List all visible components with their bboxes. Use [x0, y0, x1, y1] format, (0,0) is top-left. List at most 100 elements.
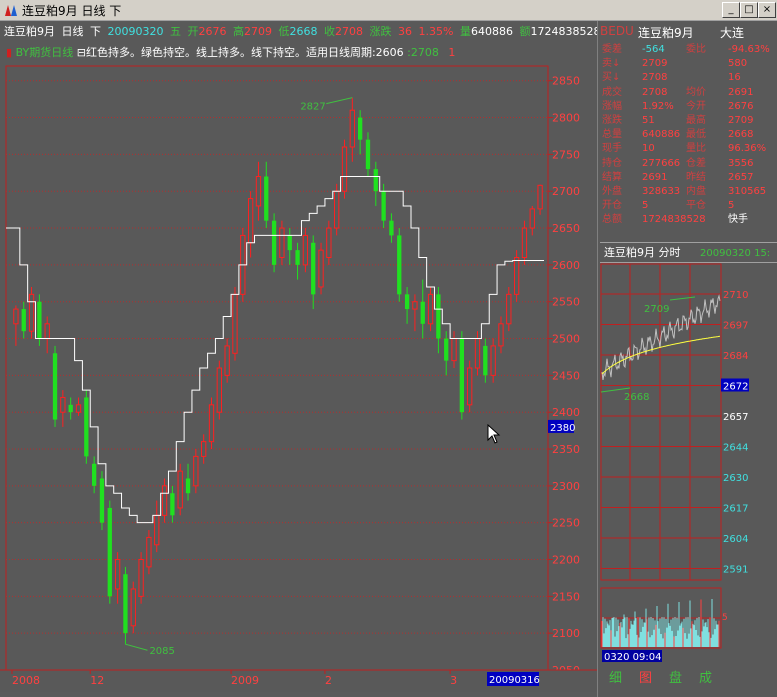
x-tick-label: 3	[450, 674, 457, 687]
y-tick-label: 2650	[552, 222, 580, 235]
quote-l1: 外盘	[602, 186, 622, 197]
candle-body	[513, 257, 520, 295]
candle-body	[521, 227, 528, 259]
minimize-button[interactable]: _	[722, 2, 740, 18]
quote-v2: 2691	[728, 86, 754, 98]
bottom-tabs: 细 图 盘 成	[597, 669, 777, 691]
candle-body	[459, 338, 465, 413]
quote-l1: 涨跌	[602, 115, 622, 126]
quote-v1: 1.92%	[642, 100, 674, 112]
candle-body	[311, 242, 316, 295]
quote-l1: 持仓	[602, 157, 622, 169]
tab-detail[interactable]: 细	[609, 669, 622, 689]
change-label: 涨跌	[369, 25, 392, 38]
candle-body	[474, 338, 481, 369]
quote-l2: 最低	[686, 129, 706, 141]
quote-v1: 277666	[642, 157, 681, 169]
intraday-y-label: 2591	[723, 565, 748, 576]
y-tick-label: 2350	[552, 443, 580, 456]
intraday-y-label: 2630	[723, 473, 748, 484]
quote-l1: 现手	[602, 143, 622, 155]
candle-body	[279, 227, 285, 259]
quote-l1: 成交	[602, 86, 622, 98]
quote-v2: 3556	[728, 157, 754, 169]
candle-body	[255, 175, 262, 207]
quote-period: 日线	[61, 25, 84, 38]
open-label: 开	[187, 25, 199, 38]
candle-body	[537, 184, 543, 210]
candle-body	[483, 345, 488, 376]
indicator-marker-icon: ▮	[6, 46, 13, 59]
candle-body	[264, 176, 269, 221]
candle-body	[68, 404, 73, 413]
amt-label: 额	[519, 25, 531, 38]
quote-v2: -94.63%	[728, 44, 770, 55]
quote-v1: 5	[642, 200, 649, 212]
candle-body	[114, 559, 121, 590]
amt-value: 1724838528	[530, 25, 597, 38]
close-value: 2708	[335, 25, 363, 38]
window-title: 连豆粕9月 日线 下	[22, 4, 122, 18]
intraday-high-label: 2709	[644, 304, 669, 315]
intraday-y-label: 2644	[723, 443, 748, 454]
candle-body	[389, 220, 394, 236]
x-tick-label: 2	[325, 674, 332, 687]
quote-l2: 平仓	[686, 200, 706, 212]
candle-body	[444, 338, 449, 361]
maximize-button[interactable]: □	[740, 2, 758, 18]
quote-l1: 委差	[602, 44, 622, 55]
app-icon	[5, 5, 17, 16]
quote-v2: 2657	[728, 171, 754, 183]
quote-v2: 580	[728, 58, 748, 70]
candle-body	[490, 345, 496, 376]
candle-body	[357, 117, 363, 140]
candle-body	[397, 235, 402, 295]
candle-body	[154, 514, 160, 546]
candlestick-chart[interactable]: 2827 2085 2850 2800 2750 2700 2650 2600 2550 250…	[0, 42, 597, 692]
low-value: 2668	[289, 25, 318, 38]
change-value: 36	[398, 25, 412, 38]
collapse-icon[interactable]: ⊟	[77, 46, 86, 59]
open-value: 2676	[198, 25, 227, 38]
quote-name: 连豆粕9月	[4, 25, 55, 38]
tab-chart[interactable]: 图	[639, 669, 652, 689]
candle-body	[318, 249, 324, 288]
quote-l1: 开仓	[602, 200, 622, 212]
tab-trades[interactable]: 成	[699, 669, 712, 689]
tab-book[interactable]: 盘	[669, 669, 682, 689]
quote-v1: 1724838528	[642, 214, 706, 226]
quote-v1: 2691	[642, 171, 668, 183]
low-annotation: 2085	[149, 646, 174, 657]
candle-body	[216, 367, 222, 413]
x-axis: 2008 12 2009 2 3 20090316	[0, 669, 597, 690]
quote-l2: 量比	[686, 143, 706, 155]
candle-body	[365, 139, 371, 170]
candle-body	[404, 294, 410, 310]
candle-body	[287, 235, 292, 251]
quote-v2: 310565	[728, 186, 767, 197]
quote-v2: 96.36%	[728, 143, 767, 155]
candle-body	[161, 485, 168, 516]
cursor-price-label: 2380	[550, 423, 575, 434]
quote-weekday: 五	[170, 25, 181, 38]
intraday-chart[interactable]: 连豆粕9月 分时 20090320 15: 2710 2697 2684 2672 26…	[600, 242, 777, 669]
candle-body	[201, 441, 207, 457]
candle-body	[99, 478, 105, 523]
candle-body	[91, 463, 97, 486]
candle-body	[208, 404, 215, 443]
quote-v1: 2709	[642, 58, 668, 70]
candle-body	[381, 191, 386, 221]
low-label: 低	[278, 25, 290, 38]
quote-v1: 328633	[642, 186, 681, 197]
quote-v2: 5	[728, 200, 735, 212]
candle-body	[13, 308, 19, 325]
y-tick-label: 2300	[552, 480, 580, 493]
candle-body	[295, 250, 300, 265]
intraday-y-label: 2617	[723, 504, 748, 515]
candle-body	[224, 345, 230, 376]
intraday-y-label: 2710	[723, 290, 748, 301]
high-annotation: 2827	[300, 102, 325, 113]
quote-l2: 委比	[686, 44, 706, 55]
close-button[interactable]: ×	[758, 2, 776, 18]
quote-l2: 昨结	[686, 171, 706, 183]
